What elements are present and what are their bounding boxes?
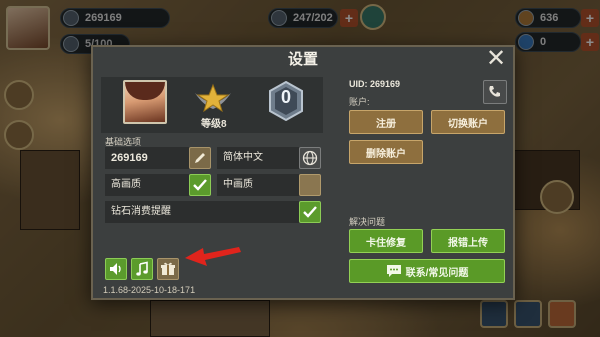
account-label: 账户: — [349, 97, 370, 107]
high-quality-checkbox[interactable] — [189, 174, 211, 196]
diamond-reminder-label: 钻石消费提醒 — [105, 201, 299, 223]
switch-account-button[interactable]: 切换账户 — [431, 110, 505, 134]
mid-quality-checkbox[interactable] — [299, 174, 321, 196]
language-field: 简体中文 — [217, 147, 299, 169]
report-upload-button[interactable]: 报错上传 — [431, 229, 505, 253]
rank-label: 等级8 — [201, 119, 227, 130]
annotation-arrow-icon — [185, 247, 241, 266]
register-button[interactable]: 注册 — [349, 110, 423, 134]
rename-button[interactable] — [189, 147, 211, 169]
phone-icon — [489, 86, 500, 97]
settings-dialog: 设置 ✕ 等级8 0 基础选项 269169 简体中文 高画质 中画质 钻石消费… — [91, 45, 515, 300]
uid-label: UID: 269169 — [349, 79, 401, 89]
avatar[interactable] — [123, 80, 167, 124]
language-button[interactable] — [299, 147, 321, 169]
player-name-field: 269169 — [105, 147, 189, 169]
diamond-reminder-checkbox[interactable] — [299, 201, 321, 223]
check-icon — [193, 179, 207, 191]
solve-section-label: 解决问题 — [349, 217, 386, 227]
dialog-title: 设置 — [287, 51, 318, 68]
badge-value: 0 — [280, 87, 291, 107]
version-label: 1.1.68-2025-10-18-171 — [103, 285, 196, 295]
globe-icon — [302, 150, 318, 166]
sound-button[interactable] — [105, 258, 127, 280]
close-button[interactable]: ✕ — [485, 47, 507, 71]
speaker-icon — [110, 263, 121, 275]
music-icon — [136, 261, 148, 276]
rank-star-icon — [195, 83, 231, 113]
gift-button[interactable] — [157, 258, 179, 280]
gift-icon — [161, 262, 175, 275]
music-button[interactable] — [131, 258, 153, 280]
chat-icon — [386, 265, 401, 277]
check-icon — [303, 206, 317, 218]
contact-phone-button[interactable] — [483, 80, 507, 104]
delete-account-button[interactable]: 删除账户 — [349, 140, 423, 164]
high-quality-label: 高画质 — [105, 174, 189, 196]
contact-faq-button[interactable]: 联系/常见问题 — [349, 259, 505, 283]
mid-quality-label: 中画质 — [217, 174, 299, 196]
pencil-icon — [195, 153, 205, 163]
contact-faq-label: 联系/常见问题 — [405, 267, 469, 279]
stuck-fix-button[interactable]: 卡住修复 — [349, 229, 423, 253]
